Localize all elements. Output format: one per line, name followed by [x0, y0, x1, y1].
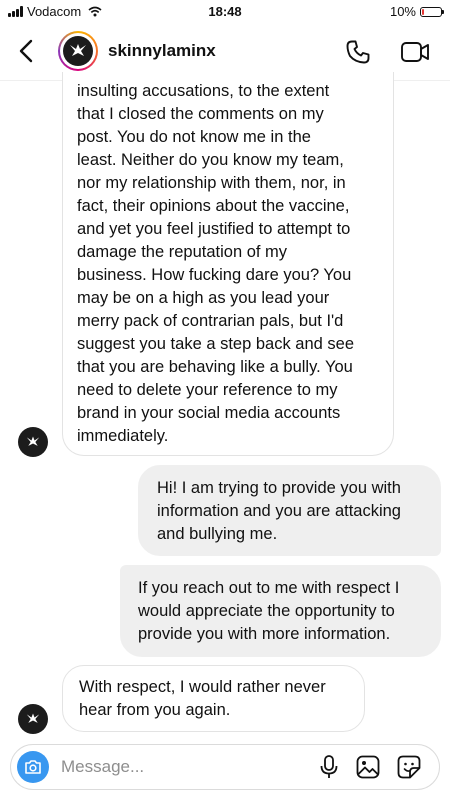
message-text-line: would appreciate the opportunity to [138, 602, 395, 620]
message-bubble-incoming[interactable]: With respect, I would rather never hear … [62, 665, 365, 732]
message-text-line: brand in your social media accounts [77, 404, 341, 422]
sender-avatar[interactable] [18, 427, 48, 457]
message-bubble-outgoing[interactable]: Hi! I am trying to provide you with info… [138, 465, 441, 556]
message-text-line: hear from you again. [79, 701, 231, 719]
message-text-line: immediately. [77, 427, 169, 445]
message-text-line: damage the reputation of my [77, 243, 288, 261]
message-text-line: If you reach out to me with respect I [138, 579, 400, 597]
video-camera-icon[interactable] [400, 39, 430, 65]
message-input[interactable] [61, 755, 291, 779]
message-composer [10, 744, 440, 790]
message-text-line: information and you are attacking [157, 502, 401, 520]
message-text-line: business. How fucking dare you? You [77, 266, 352, 284]
status-bar: Vodacom 18:48 10% [0, 0, 450, 24]
brand-logo-icon [26, 713, 40, 723]
message-text-line: Hi! I am trying to provide you with [157, 479, 401, 497]
message-text-line: and yet you feel justified to attempt to [77, 220, 351, 238]
message-bubble-incoming[interactable]: insulting accusations, to the extent tha… [62, 72, 394, 456]
message-text-line: least. Neither do you know my team, [77, 151, 344, 169]
message-text-line: nor my relationship with them, nor, in [77, 174, 346, 192]
chat-username[interactable]: skinnylaminx [108, 41, 216, 61]
message-bubble-outgoing[interactable]: If you reach out to me with respect I wo… [120, 565, 441, 657]
battery-group: 10% [389, 4, 444, 19]
status-time: 18:48 [208, 4, 242, 19]
camera-icon[interactable] [17, 751, 49, 783]
message-text-line: post. You do not know me in the [77, 128, 311, 146]
sticker-icon[interactable] [396, 754, 422, 780]
message-text-line: With respect, I would rather never [79, 678, 326, 696]
message-text-line: insulting accusations, to the extent [77, 82, 330, 100]
microphone-icon[interactable] [316, 754, 342, 780]
phone-icon[interactable] [345, 39, 371, 65]
message-text-line: suggest you take a step back and see [77, 335, 355, 353]
battery-percent: 10% [389, 4, 416, 19]
brand-logo-icon [70, 44, 86, 56]
message-text-line: may be on a high as you lead your [77, 289, 330, 307]
gallery-icon[interactable] [355, 754, 381, 780]
message-text-line: that I closed the comments on my [77, 105, 324, 123]
message-text-line: and bullying me. [157, 525, 278, 543]
battery-icon [420, 6, 444, 17]
sender-avatar[interactable] [18, 704, 48, 734]
message-text-line: merry pack of contrarian pals, but I'd [77, 312, 344, 330]
avatar[interactable] [58, 31, 98, 71]
brand-logo-icon [26, 436, 40, 446]
chevron-left-icon[interactable] [14, 36, 40, 66]
message-text-line: need to delete your reference to my [77, 381, 338, 399]
message-text-line: that you are behaving like a bully. You [77, 358, 353, 376]
message-text-line: fact, their opinions about the vaccine, [77, 197, 350, 215]
message-text-line: provide you with more information. [138, 625, 391, 643]
